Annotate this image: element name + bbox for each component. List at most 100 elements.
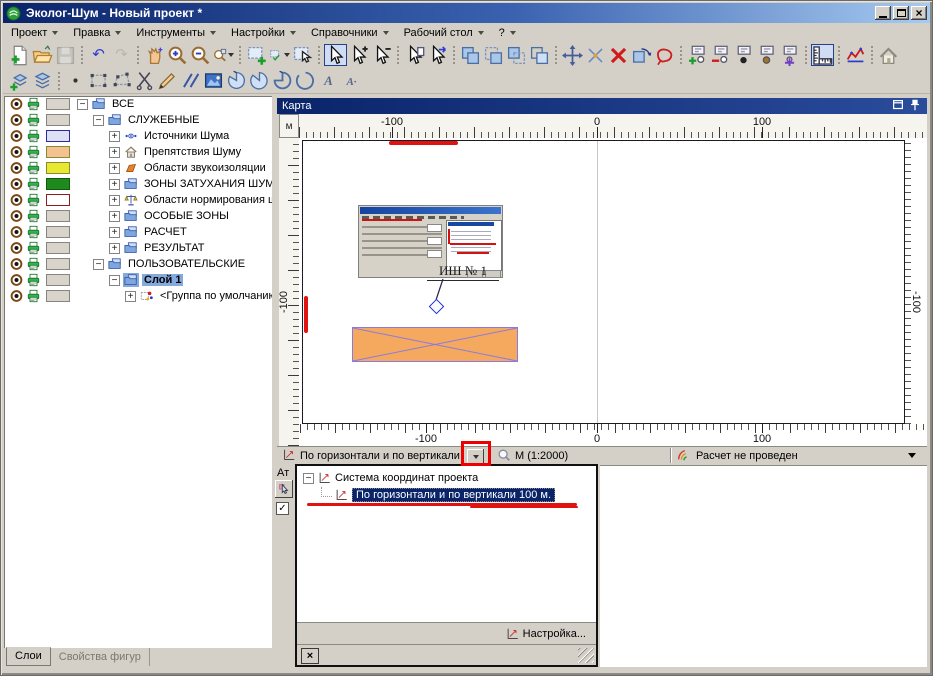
layer-color-swatch[interactable] — [46, 146, 70, 158]
print-icon[interactable] — [26, 129, 41, 143]
tree-expander-plus[interactable]: + — [109, 179, 120, 190]
zoom-out-button[interactable] — [189, 44, 212, 66]
delete-shape-button[interactable] — [607, 44, 630, 66]
polygon-rect-button[interactable] — [87, 70, 110, 92]
layer-label[interactable]: РАСЧЕТ — [142, 226, 189, 238]
tab-shape-properties[interactable]: Свойства фигур — [51, 648, 150, 666]
layer-label[interactable]: Препятствия Шуму — [142, 146, 243, 158]
visibility-eye-icon[interactable] — [9, 225, 24, 239]
print-icon[interactable] — [26, 113, 41, 127]
layer-label[interactable]: ВСЕ — [110, 98, 136, 110]
polygon-free-button[interactable] — [110, 70, 133, 92]
shape-subtract-button[interactable] — [482, 44, 505, 66]
visibility-eye-icon[interactable] — [9, 241, 24, 255]
layer-color-swatch[interactable] — [46, 274, 70, 286]
visibility-eye-icon[interactable] — [9, 97, 24, 111]
print-icon[interactable] — [26, 209, 41, 223]
point-size-button[interactable] — [64, 70, 87, 92]
redo-button[interactable]: ↷ — [110, 44, 133, 66]
print-icon[interactable] — [26, 225, 41, 239]
layer-row[interactable]: −СЛУЖЕБНЫЕ — [4, 112, 272, 128]
zoom-scale-button[interactable] — [212, 44, 235, 66]
print-icon[interactable] — [26, 289, 41, 303]
layer-color-swatch[interactable] — [46, 130, 70, 142]
sector-cw-button[interactable] — [225, 70, 248, 92]
menu-item-tools[interactable]: Инструменты — [128, 25, 223, 41]
visibility-eye-icon[interactable] — [9, 209, 24, 223]
layer-row[interactable]: − ВСЕ — [4, 96, 272, 112]
layer-row[interactable]: +Препятствия Шуму — [4, 144, 272, 160]
layer-color-swatch[interactable] — [46, 210, 70, 222]
home-button[interactable] — [877, 44, 900, 66]
tree-expander-plus[interactable]: + — [109, 131, 120, 142]
sector-open-button[interactable] — [248, 70, 271, 92]
lasso-button[interactable] — [653, 44, 676, 66]
pencil-button[interactable] — [156, 70, 179, 92]
arc-open-button[interactable] — [294, 70, 317, 92]
tree-expander-minus[interactable]: − — [303, 473, 314, 484]
tree-expander-plus[interactable]: + — [109, 195, 120, 206]
visibility-eye-icon[interactable] — [9, 289, 24, 303]
zoom-in-button[interactable] — [166, 44, 189, 66]
print-icon[interactable] — [26, 145, 41, 159]
popup-close-button[interactable]: × — [301, 648, 319, 664]
layer-label[interactable]: Источники Шума — [142, 130, 231, 142]
layer-row[interactable]: −ПОЛЬЗОВАТЕЛЬСКИЕ — [4, 256, 272, 272]
layer-row[interactable]: +<Группа по умолчанию> — [4, 288, 272, 304]
pin-button[interactable] — [908, 100, 922, 112]
maximize-button[interactable] — [893, 6, 909, 20]
visibility-eye-icon[interactable] — [9, 113, 24, 127]
cursor-add-button[interactable] — [347, 44, 370, 66]
visibility-eye-icon[interactable] — [9, 129, 24, 143]
layer-color-swatch[interactable] — [46, 226, 70, 238]
print-icon[interactable] — [26, 177, 41, 191]
cursor-remove-button[interactable] — [370, 44, 393, 66]
building-shape[interactable] — [352, 327, 518, 362]
layer-add-button[interactable] — [8, 70, 31, 92]
calc-status-dropdown-arrow[interactable] — [908, 453, 916, 458]
open-project-button[interactable] — [31, 44, 54, 66]
attribute-checkbox[interactable]: ✓ — [276, 502, 289, 515]
visibility-eye-icon[interactable] — [9, 273, 24, 287]
undo-button[interactable]: ↶ — [87, 44, 110, 66]
coord-tree-selected-item[interactable]: По горизонтали и по вертикали 100 м. — [352, 488, 555, 502]
layer-row[interactable]: + ЗОНЫ ЗАТУХАНИЯ ШУМА — [4, 176, 272, 192]
menu-item-settings[interactable]: Настройки — [223, 25, 303, 41]
text-button[interactable]: A — [317, 70, 340, 92]
resize-grip[interactable] — [578, 648, 594, 663]
tree-expander-plus[interactable]: + — [125, 291, 136, 302]
print-icon[interactable] — [26, 241, 41, 255]
coord-tree-child-row[interactable]: По горизонтали и по вертикали 100 м. — [321, 488, 555, 502]
tree-expander-minus[interactable]: − — [77, 99, 88, 110]
select-mode-button[interactable] — [268, 44, 291, 66]
save-button[interactable] — [54, 44, 77, 66]
layer-label[interactable]: ОСОБЫЕ ЗОНЫ — [142, 210, 231, 222]
map-scale-value[interactable]: М (1:2000) — [515, 450, 568, 462]
layer-label[interactable]: СЛУЖЕБНЫЕ — [126, 114, 202, 126]
new-project-button[interactable] — [8, 44, 31, 66]
layer-label[interactable]: Области нормирования шума — [142, 194, 272, 206]
attribute-select-button[interactable] — [275, 480, 293, 498]
minimize-button[interactable] — [875, 6, 891, 20]
layer-color-swatch[interactable] — [46, 290, 70, 302]
shape-exclude-button[interactable] — [528, 44, 551, 66]
print-icon[interactable] — [26, 257, 41, 271]
cursor-copy-button[interactable] — [403, 44, 426, 66]
layer-color-swatch[interactable] — [46, 194, 70, 206]
menu-item-help[interactable]: ? — [491, 25, 523, 41]
layer-row[interactable]: − Слой 1 — [4, 272, 272, 288]
layer-label[interactable]: ЗОНЫ ЗАТУХАНИЯ ШУМА — [142, 178, 272, 190]
layer-row[interactable]: + Источники Шума — [4, 128, 272, 144]
layer-color-swatch[interactable] — [46, 242, 70, 254]
layers-button[interactable] — [31, 70, 54, 92]
snap-nodes-button[interactable] — [584, 44, 607, 66]
layer-label[interactable]: Слой 1 — [142, 274, 183, 286]
layer-color-swatch[interactable] — [46, 162, 70, 174]
visibility-eye-icon[interactable] — [9, 193, 24, 207]
tree-expander-plus[interactable]: + — [109, 163, 120, 174]
cut-lines-button[interactable] — [133, 70, 156, 92]
menu-item-edit[interactable]: Правка — [65, 25, 128, 41]
tree-expander-minus[interactable]: − — [109, 275, 120, 286]
move-shape-button[interactable] — [561, 44, 584, 66]
cursor-link-button[interactable] — [426, 44, 449, 66]
